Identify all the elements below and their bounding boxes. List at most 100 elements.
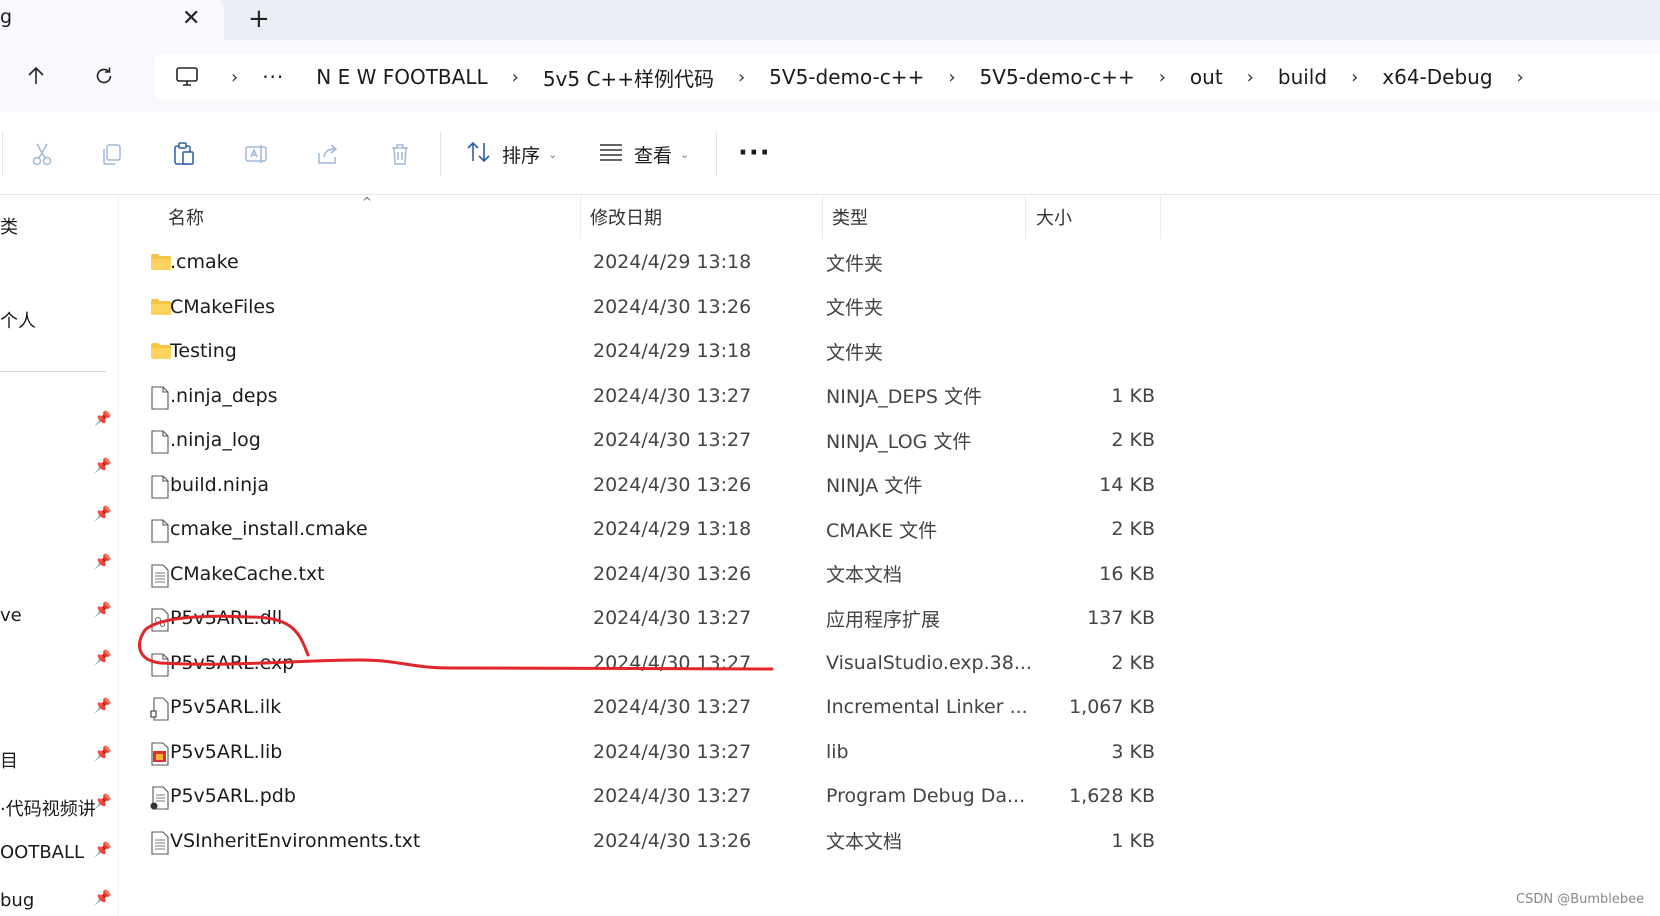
file-row[interactable]: CMakeFiles 2024/4/30 13:26 文件夹 [130, 284, 1280, 330]
lib-file-icon [150, 741, 172, 766]
breadcrumb-separator[interactable]: › [714, 67, 769, 88]
sidebar-item-label[interactable]: bug [0, 890, 34, 911]
breadcrumb-item[interactable]: 5v5 C++样例代码 [543, 63, 714, 92]
file-icon [150, 474, 172, 499]
file-row[interactable]: P5v5ARL.lib 2024/4/30 13:27 lib 3 KB [130, 729, 1280, 775]
file-date-modified: 2024/4/30 13:27 [593, 384, 752, 407]
up-arrow-icon[interactable] [20, 60, 52, 92]
watermark: CSDN @Bumblebee [1516, 892, 1645, 907]
sort-button[interactable]: 排序 ⌄ [466, 138, 557, 170]
breadcrumb-item[interactable]: N E W FOOTBALL [316, 65, 487, 89]
file-row[interactable]: P5v5ARL.ilk 2024/4/30 13:27 Incremental Li… [130, 684, 1280, 730]
file-name: P5v5ARL.exp [170, 651, 295, 674]
folder-icon [150, 297, 172, 319]
file-date-modified: 2024/4/30 13:26 [593, 473, 752, 496]
pin-icon[interactable]: 📌 [94, 890, 111, 906]
breadcrumb-separator[interactable]: › [924, 67, 979, 88]
file-icon [150, 385, 172, 410]
file-row[interactable]: build.ninja 2024/4/30 13:26 NINJA 文件 14 KB [130, 462, 1280, 508]
breadcrumb-separator[interactable]: › [488, 67, 543, 88]
file-row[interactable]: VSInheritEnvironments.txt 2024/4/30 13:26… [130, 818, 1280, 864]
sidebar-item-label[interactable]: ·代码视频讲 [0, 795, 96, 821]
delete-icon[interactable] [384, 138, 416, 170]
file-name: cmake_install.cmake [170, 518, 368, 540]
pin-icon[interactable]: 📌 [94, 554, 111, 570]
file-date-modified: 2024/4/30 13:27 [593, 607, 752, 629]
file-row[interactable]: CMakeCache.txt 2024/4/30 13:26 文本文档 16 KB [130, 551, 1280, 597]
pin-icon[interactable]: 📌 [94, 602, 111, 618]
breadcrumb-more-button[interactable]: ··· [262, 65, 292, 89]
column-header-size[interactable]: 大小 [1036, 195, 1072, 239]
file-row[interactable]: Testing 2024/4/29 13:18 文件夹 [130, 328, 1280, 374]
file-size: 1 KB [1111, 829, 1155, 852]
close-tab-icon[interactable]: ✕ [182, 6, 200, 31]
dll-file-icon [150, 608, 172, 632]
file-row[interactable]: P5v5ARL.dll 2024/4/30 13:27 应用程序扩展 137 KB [130, 595, 1280, 641]
pin-icon[interactable]: 📌 [94, 746, 111, 762]
sidebar-item-label[interactable]: 个人 [0, 307, 36, 333]
column-divider[interactable] [1025, 195, 1026, 239]
refresh-icon[interactable] [88, 60, 120, 92]
file-name: P5v5ARL.dll [170, 607, 283, 629]
breadcrumb-item[interactable]: out [1190, 65, 1223, 89]
copy-icon[interactable] [96, 138, 128, 170]
cut-icon[interactable] [26, 138, 58, 170]
file-type: Incremental Linker ... [826, 696, 1028, 718]
computer-icon[interactable] [167, 66, 207, 88]
paste-icon[interactable] [168, 138, 200, 170]
file-row[interactable]: P5v5ARL.exp 2024/4/30 13:27 VisualStudio.e… [130, 640, 1280, 686]
file-type: 文本文档 [826, 564, 903, 586]
file-row[interactable]: .cmake 2024/4/29 13:18 文件夹 [130, 239, 1280, 285]
file-size: 2 KB [1111, 518, 1155, 540]
file-type: 文本文档 [826, 831, 903, 853]
sidebar-item-label[interactable]: OOTBALL [0, 842, 84, 863]
pin-icon[interactable]: 📌 [94, 650, 111, 666]
breadcrumb-item[interactable]: build [1278, 65, 1327, 89]
file-size: 1,628 KB [1069, 785, 1155, 807]
file-name: P5v5ARL.pdb [170, 785, 296, 807]
column-divider[interactable] [822, 195, 823, 239]
sidebar-item-label[interactable]: ve [0, 605, 22, 626]
rename-icon[interactable] [240, 138, 272, 170]
file-row[interactable]: .ninja_log 2024/4/30 13:27 NINJA_LOG 文件 2 K… [130, 417, 1280, 463]
file-row[interactable]: .ninja_deps 2024/4/30 13:27 NINJA_DEPS 文件 1… [130, 373, 1280, 419]
file-icon [150, 430, 172, 454]
pin-icon[interactable]: 📌 [94, 458, 111, 474]
breadcrumb-item[interactable]: 5V5-demo-c++ [769, 65, 924, 89]
view-label: 查看 [634, 144, 673, 167]
breadcrumb-item-current[interactable]: x64-Debug [1382, 65, 1492, 89]
file-size: 1 KB [1111, 384, 1155, 407]
file-name: P5v5ARL.ilk [170, 696, 282, 718]
breadcrumb-separator[interactable]: › [1493, 67, 1548, 88]
pin-icon[interactable]: 📌 [94, 698, 111, 714]
tab-current[interactable]: g ✕ [0, 0, 224, 40]
pin-icon[interactable]: 📌 [94, 842, 111, 858]
file-row[interactable]: P5v5ARL.pdb 2024/4/30 13:27 Program Debug … [130, 773, 1280, 819]
pin-icon[interactable]: 📌 [94, 411, 111, 427]
file-date-modified: 2024/4/30 13:27 [593, 696, 752, 718]
file-size: 16 KB [1099, 562, 1155, 585]
address-bar[interactable]: › ··· N E W FOOTBALL › 5v5 C++样例代码 › 5V5… [155, 54, 1660, 100]
view-button[interactable]: 查看 ⌄ [598, 138, 689, 170]
breadcrumb-separator[interactable]: › [1327, 67, 1382, 88]
more-options-button[interactable]: ··· [738, 138, 771, 168]
column-divider[interactable] [1160, 195, 1161, 239]
ilk-file-icon [150, 697, 172, 721]
new-tab-icon[interactable]: + [248, 4, 270, 34]
sidebar-item-label[interactable]: 目 [0, 747, 18, 773]
pin-icon[interactable]: 📌 [94, 506, 111, 522]
pin-icon[interactable]: 📌 [94, 794, 111, 810]
breadcrumb-separator[interactable]: › [207, 67, 262, 88]
file-type: 文件夹 [826, 297, 884, 319]
column-header-name[interactable]: 名称 [168, 195, 204, 239]
breadcrumb-item[interactable]: 5V5-demo-c++ [980, 65, 1135, 89]
breadcrumb-separator[interactable]: › [1135, 67, 1190, 88]
column-header-type[interactable]: 类型 [832, 195, 868, 239]
column-divider[interactable] [580, 195, 581, 239]
file-date-modified: 2024/4/30 13:26 [593, 562, 752, 585]
file-row[interactable]: cmake_install.cmake 2024/4/29 13:18 CMAKE … [130, 506, 1280, 552]
share-icon[interactable] [312, 138, 344, 170]
column-header-date[interactable]: 修改日期 [590, 195, 662, 239]
breadcrumb-separator[interactable]: › [1223, 67, 1278, 88]
sidebar-item-label[interactable]: 类 [0, 213, 18, 239]
